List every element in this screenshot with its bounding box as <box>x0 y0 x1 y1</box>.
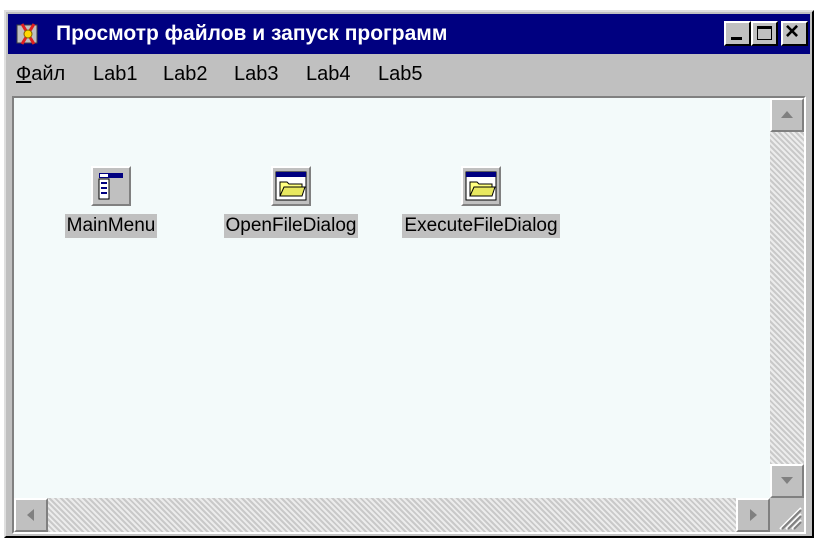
menu-bar: Файл Lab1 Lab2 Lab3 Lab4 Lab5 <box>8 56 810 92</box>
maximize-icon <box>757 26 772 40</box>
folder-dialog-icon <box>271 166 311 206</box>
app-icon <box>16 23 38 45</box>
arrow-right-icon <box>750 509 757 521</box>
close-icon: × <box>785 18 800 45</box>
scroll-down-button[interactable] <box>770 464 804 498</box>
horizontal-scrollbar[interactable] <box>14 498 770 532</box>
component-main-menu[interactable]: MainMenu <box>56 166 166 238</box>
title-bar[interactable]: Просмотр файлов и запуск программ × <box>8 14 810 54</box>
arrow-down-icon <box>781 477 793 484</box>
component-open-file-dialog[interactable]: OpenFileDialog <box>211 166 371 238</box>
component-label: OpenFileDialog <box>223 214 359 238</box>
window-title: Просмотр файлов и запуск программ <box>56 22 448 45</box>
arrow-up-icon <box>781 111 793 118</box>
form-client-area: MainMenu OpenFileDialog ExecuteFileDialo… <box>12 96 806 534</box>
main-menu-icon <box>91 166 131 206</box>
component-label: ExecuteFileDialog <box>402 214 560 238</box>
minimize-icon <box>731 37 742 40</box>
scroll-right-button[interactable] <box>736 498 770 532</box>
menu-lab5[interactable]: Lab5 <box>378 63 423 86</box>
folder-dialog-icon <box>461 166 501 206</box>
menu-file[interactable]: Файл <box>16 63 65 86</box>
menu-file-accel: Ф <box>16 63 32 85</box>
menu-lab1[interactable]: Lab1 <box>93 63 138 86</box>
component-execute-file-dialog[interactable]: ExecuteFileDialog <box>386 166 576 238</box>
scroll-up-button[interactable] <box>770 98 804 132</box>
menu-lab2[interactable]: Lab2 <box>163 63 208 86</box>
resize-grip[interactable] <box>770 498 804 532</box>
scroll-left-button[interactable] <box>14 498 48 532</box>
menu-lab3[interactable]: Lab3 <box>234 63 279 86</box>
vertical-scrollbar[interactable] <box>770 98 804 498</box>
minimize-button[interactable] <box>724 21 751 46</box>
menu-lab4[interactable]: Lab4 <box>306 63 351 86</box>
arrow-left-icon <box>27 509 34 521</box>
resize-grip-icon <box>779 507 802 530</box>
component-label: MainMenu <box>64 214 158 238</box>
menu-file-rest: айл <box>31 63 66 85</box>
app-window: Просмотр файлов и запуск программ × Файл… <box>4 10 814 538</box>
maximize-button[interactable] <box>751 21 778 46</box>
close-button[interactable]: × <box>781 18 808 46</box>
